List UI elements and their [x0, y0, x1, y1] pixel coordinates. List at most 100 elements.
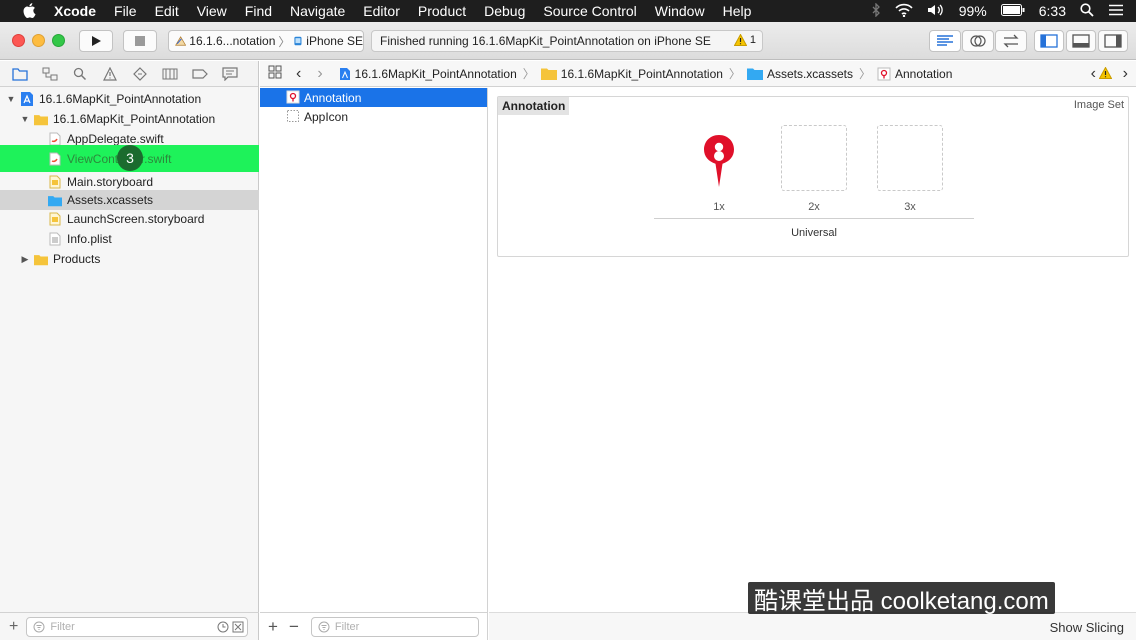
minimize-window-button[interactable] — [32, 34, 45, 47]
menu-file[interactable]: File — [114, 3, 137, 19]
issue-navigator-tab-warning-icon[interactable] — [102, 66, 118, 82]
tree-item-label: Assets.xcassets — [67, 193, 154, 207]
disclosure-closed-icon[interactable]: ▶ — [20, 254, 30, 265]
warning-icon — [733, 34, 747, 46]
breadcrumb-group[interactable]: 16.1.6MapKit_PointAnnotation — [540, 66, 723, 81]
menu-debug[interactable]: Debug — [484, 3, 525, 19]
disclosure-open-icon[interactable]: ▼ — [20, 114, 30, 124]
image-set-name[interactable]: Annotation — [498, 97, 570, 115]
debug-navigator-tab-gauge-icon[interactable] — [162, 66, 178, 82]
menu-help[interactable]: Help — [723, 3, 752, 19]
find-navigator-tab-search-icon[interactable] — [72, 66, 88, 82]
swift-file-icon — [48, 132, 62, 146]
test-navigator-tab-diamond-icon[interactable] — [132, 66, 148, 82]
previous-issue-chevron-icon[interactable]: ‹ — [1091, 65, 1096, 83]
menu-editor[interactable]: Editor — [363, 3, 400, 19]
show-slicing-button[interactable]: Show Slicing — [1050, 620, 1124, 635]
back-chevron-icon[interactable]: ‹ — [296, 65, 301, 83]
source-control-filter-icon[interactable] — [232, 621, 244, 636]
warning-indicator[interactable]: 1 — [733, 34, 756, 46]
asset-item-annotation[interactable]: Annotation — [260, 88, 487, 107]
menu-source-control[interactable]: Source Control — [543, 3, 636, 19]
asset-item-appicon[interactable]: AppIcon — [260, 107, 487, 126]
breadcrumb-assets[interactable]: Assets.xcassets — [746, 67, 853, 81]
asset-filter-field[interactable]: Filter — [310, 616, 479, 637]
tree-item-launchscreen[interactable]: LaunchScreen.storyboard — [0, 209, 259, 229]
bluetooth-icon[interactable] — [871, 1, 881, 20]
symbol-navigator-tab-icon[interactable] — [42, 66, 58, 82]
standard-editor-button[interactable] — [929, 30, 961, 52]
breakpoint-navigator-tab-tag-icon[interactable] — [192, 66, 208, 82]
slot-label-2x: 2x — [808, 201, 820, 213]
version-editor-button[interactable] — [995, 30, 1027, 52]
menu-list-icon[interactable] — [1108, 3, 1124, 19]
tree-item-group[interactable]: ▼ 16.1.6MapKit_PointAnnotation — [0, 109, 259, 129]
run-button[interactable] — [79, 30, 113, 52]
volume-icon[interactable] — [927, 3, 945, 20]
navigator-filter-field[interactable]: Filter — [26, 616, 249, 637]
tree-item-products[interactable]: ▶ Products — [0, 249, 259, 269]
issue-warning-icon[interactable] — [1098, 66, 1113, 82]
filter-placeholder: Filter — [334, 620, 360, 633]
spotlight-search-icon[interactable] — [1080, 2, 1094, 20]
menu-navigate[interactable]: Navigate — [290, 3, 345, 19]
disclosure-open-icon[interactable]: ▼ — [6, 94, 16, 104]
menu-xcode[interactable]: Xcode — [54, 3, 96, 19]
report-navigator-tab-speech-bubble-icon[interactable] — [222, 66, 238, 82]
recent-files-clock-icon[interactable] — [217, 621, 229, 636]
iphone-device-icon — [294, 36, 302, 46]
breadcrumb-annotation[interactable]: Annotation — [877, 67, 952, 81]
image-slot-2x[interactable] — [781, 125, 847, 191]
toggle-debug-area-button[interactable] — [1066, 30, 1096, 52]
battery-icon[interactable] — [1000, 3, 1025, 19]
next-issue-chevron-icon[interactable]: › — [1123, 65, 1128, 83]
folder-icon — [540, 68, 557, 80]
scheme-selector[interactable]: 16.1.6...notation 〉 iPhone SE — [168, 30, 364, 52]
tree-item-label: Info.plist — [67, 232, 112, 246]
swift-file-icon — [48, 152, 62, 166]
stop-button[interactable] — [123, 30, 157, 52]
forward-chevron-icon[interactable]: › — [317, 65, 322, 83]
tree-item-label: Main.storyboard — [67, 175, 154, 189]
add-asset-plus-icon[interactable]: + — [268, 617, 278, 637]
tree-item-assets[interactable]: Assets.xcassets — [0, 190, 259, 210]
assistant-editor-button[interactable] — [962, 30, 994, 52]
add-file-plus-icon[interactable]: + — [9, 618, 18, 636]
asset-list-bottom-bar: + − Filter — [260, 612, 488, 640]
image-set-type: Image Set — [1073, 99, 1124, 111]
asset-catalog-folder-icon — [48, 193, 62, 207]
play-icon — [92, 36, 101, 46]
activity-viewer[interactable]: Finished running 16.1.6MapKit_PointAnnot… — [371, 30, 763, 52]
image-slot-3x[interactable] — [877, 125, 943, 191]
tree-item-project[interactable]: ▼ 16.1.6MapKit_PointAnnotation — [0, 89, 259, 109]
image-set-icon — [877, 67, 891, 80]
breadcrumb-project[interactable]: 16.1.6MapKit_PointAnnotation — [339, 67, 517, 81]
breadcrumb-label: Annotation — [894, 66, 953, 81]
navigator-tabs — [0, 61, 258, 87]
remove-asset-minus-icon[interactable]: − — [289, 617, 299, 637]
toggle-utilities-button[interactable] — [1098, 30, 1128, 52]
folder-icon — [34, 252, 48, 266]
wifi-icon[interactable] — [895, 3, 913, 20]
related-items-grid-icon[interactable] — [268, 65, 282, 82]
right-panel-icon — [1104, 34, 1122, 48]
menu-window[interactable]: Window — [655, 3, 705, 19]
zoom-window-button[interactable] — [52, 34, 65, 47]
project-navigator: ▼ 16.1.6MapKit_PointAnnotation ▼ 16.1.6M… — [0, 61, 259, 640]
project-file-icon — [339, 67, 350, 80]
menu-edit[interactable]: Edit — [155, 3, 179, 19]
menu-view[interactable]: View — [197, 3, 227, 19]
storyboard-file-icon — [48, 212, 62, 226]
tree-item-label: LaunchScreen.storyboard — [67, 212, 205, 226]
toggle-navigator-button[interactable] — [1034, 30, 1064, 52]
breadcrumb-label: 16.1.6MapKit_PointAnnotation — [560, 66, 723, 81]
menu-product[interactable]: Product — [418, 3, 466, 19]
tree-item-infoplist[interactable]: Info.plist — [0, 229, 259, 249]
tree-item-main-storyboard[interactable]: Main.storyboard — [0, 172, 259, 192]
project-navigator-tab-folder-icon[interactable] — [12, 66, 28, 82]
menu-find[interactable]: Find — [245, 3, 272, 19]
apple-icon[interactable] — [20, 3, 40, 19]
image-slot-1x[interactable] — [686, 125, 752, 191]
close-window-button[interactable] — [12, 34, 25, 47]
clock[interactable]: 6:33 — [1039, 3, 1066, 19]
